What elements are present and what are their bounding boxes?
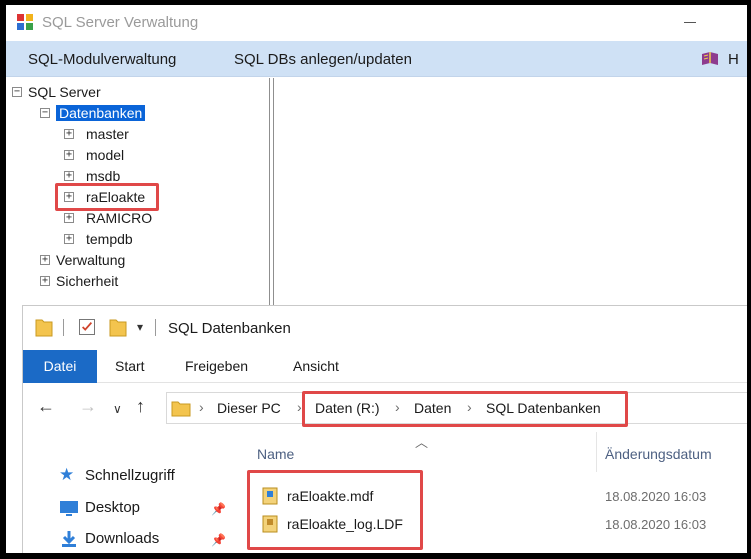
customize-toolbar-icon[interactable]: ▾	[137, 320, 143, 334]
toolbar-separator	[155, 319, 156, 336]
file-row[interactable]: raEloakte_log.LDF 18.08.2020 16:03	[235, 512, 747, 538]
column-divider[interactable]	[596, 432, 597, 472]
tab-home[interactable]: Start	[115, 350, 145, 383]
chevron-right-icon: ›	[297, 399, 302, 415]
file-modified: 18.08.2020 16:03	[605, 517, 707, 532]
tree-label: raEloakte	[86, 189, 146, 205]
navigation-pane: ★ Schnellzugriff Desktop 📌 Downloads 📌	[23, 432, 235, 553]
tree-node-sql-server[interactable]: − SQL Server	[12, 83, 172, 103]
new-folder-icon[interactable]	[109, 316, 127, 338]
chevron-right-icon: ›	[199, 399, 204, 415]
tab-file[interactable]: Datei	[23, 350, 97, 383]
pin-icon[interactable]: 📌	[211, 533, 226, 547]
tree-label: Verwaltung	[56, 252, 126, 268]
minimize-icon[interactable]	[684, 22, 696, 23]
quick-access-toolbar: ▾ SQL Datenbanken	[23, 306, 747, 350]
breadcrumb-drive[interactable]: Daten (R:)	[315, 400, 380, 416]
explorer-window: ▾ SQL Datenbanken Datei Start Freigeben …	[22, 305, 747, 553]
nav-quick-access[interactable]: ★ Schnellzugriff	[59, 465, 235, 488]
title-bar: SQL Server Verwaltung	[6, 5, 747, 41]
menu-module-management[interactable]: SQL-Modulverwaltung	[28, 51, 176, 68]
file-list: ︿ Name Änderungsdatum raEloakte.mdf 18.0…	[235, 432, 747, 553]
menu-create-update-dbs[interactable]: SQL DBs anlegen/updaten	[234, 51, 412, 68]
properties-icon[interactable]	[79, 319, 95, 335]
forward-icon[interactable]: →	[79, 396, 97, 417]
book-icon[interactable]	[700, 51, 720, 67]
pin-icon[interactable]: 📌	[211, 502, 226, 516]
expand-icon[interactable]: +	[64, 234, 74, 244]
tree-node-db-msdb[interactable]: + msdb	[64, 167, 224, 187]
file-name: raEloakte.mdf	[287, 488, 374, 504]
chevron-right-icon: ›	[467, 399, 472, 415]
tab-view[interactable]: Ansicht	[293, 350, 339, 383]
menu-help[interactable]: H	[728, 51, 739, 68]
expand-icon[interactable]: +	[64, 192, 74, 202]
highlight-files	[247, 470, 423, 550]
tree-node-db-raeloakte[interactable]: + raEloakte	[64, 188, 224, 208]
folder-icon	[35, 319, 53, 337]
explorer-title: SQL Datenbanken	[168, 320, 291, 337]
nav-label: Schnellzugriff	[85, 467, 175, 484]
desktop-icon	[60, 501, 78, 516]
star-icon: ★	[59, 465, 75, 484]
back-icon[interactable]: ←	[37, 396, 55, 417]
breadcrumb-this-pc[interactable]: Dieser PC	[217, 400, 281, 416]
tree-node-db-master[interactable]: + master	[64, 125, 224, 145]
breadcrumb-folder[interactable]: Daten	[414, 400, 451, 416]
app-icon	[17, 14, 33, 30]
expand-icon[interactable]: +	[64, 129, 74, 139]
file-modified: 18.08.2020 16:03	[605, 489, 707, 504]
tree-label: master	[86, 126, 129, 142]
address-row: ← → ∨ ↑ › Dieser PC › Daten (R:) › Daten…	[23, 384, 747, 432]
sort-ascending-icon: ︿	[415, 435, 429, 450]
column-header-name[interactable]: Name	[257, 446, 294, 462]
tree-label: SQL Server	[28, 84, 101, 100]
toolbar-separator	[63, 319, 64, 336]
tree-label-selected: Datenbanken	[56, 105, 146, 121]
tree-label: msdb	[86, 168, 121, 184]
download-icon	[62, 531, 76, 547]
expand-icon[interactable]: +	[64, 150, 74, 160]
nav-label: Desktop	[85, 499, 141, 516]
tree-label: Sicherheit	[56, 273, 119, 289]
address-bar[interactable]: › Dieser PC › Daten (R:) › Daten › SQL D…	[166, 392, 747, 424]
tree-label: model	[86, 147, 125, 163]
tree-node-db-ramicro[interactable]: + RAMICRO	[64, 209, 224, 229]
tree-node-databases[interactable]: − Datenbanken	[40, 104, 220, 124]
column-header-modified[interactable]: Änderungsdatum	[605, 446, 712, 462]
breadcrumb-subfolder[interactable]: SQL Datenbanken	[486, 400, 601, 416]
expand-icon[interactable]: +	[64, 213, 74, 223]
tree-label: tempdb	[86, 231, 133, 247]
tree-node-db-model[interactable]: + model	[64, 146, 224, 166]
collapse-icon[interactable]: −	[40, 108, 50, 118]
nav-label: Downloads	[85, 530, 160, 547]
expand-icon[interactable]: +	[40, 255, 50, 265]
folder-icon	[171, 401, 191, 417]
chevron-right-icon: ›	[395, 399, 400, 415]
tree-node-management[interactable]: + Verwaltung	[40, 251, 220, 271]
nav-desktop[interactable]: Desktop	[59, 498, 235, 520]
details-pane	[273, 78, 747, 318]
up-icon[interactable]: ↑	[136, 396, 145, 417]
nav-downloads[interactable]: Downloads	[59, 529, 235, 551]
tree-label: RAMICRO	[86, 210, 153, 226]
expand-icon[interactable]: +	[64, 171, 74, 181]
window-title: SQL Server Verwaltung	[42, 14, 199, 31]
expand-icon[interactable]: +	[40, 276, 50, 286]
menu-bar: SQL-Modulverwaltung SQL DBs anlegen/upda…	[6, 41, 747, 77]
file-row[interactable]: raEloakte.mdf 18.08.2020 16:03	[235, 484, 747, 510]
tree-node-db-tempdb[interactable]: + tempdb	[64, 230, 224, 250]
recent-locations-icon[interactable]: ∨	[113, 402, 122, 416]
collapse-icon[interactable]: −	[12, 87, 22, 97]
tree-node-security[interactable]: + Sicherheit	[40, 272, 220, 292]
file-name: raEloakte_log.LDF	[287, 516, 403, 532]
database-file-icon	[262, 487, 278, 505]
tab-share[interactable]: Freigeben	[185, 350, 248, 383]
database-tree: − SQL Server − Datenbanken + master + mo…	[6, 78, 270, 318]
log-file-icon	[262, 515, 278, 533]
ribbon: Datei Start Freigeben Ansicht	[23, 350, 747, 383]
